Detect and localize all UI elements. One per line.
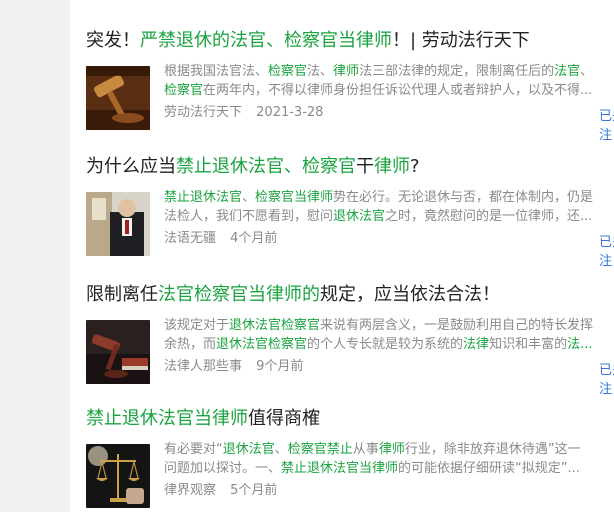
result-date: 9个月前 bbox=[256, 359, 304, 374]
text-segment: 、 bbox=[580, 64, 594, 79]
result-item[interactable]: 禁止退休法官当律师值得商榷 有必要对“退休法官、检察官禁止从事律师行业，除非放弃… bbox=[86, 408, 614, 508]
result-title[interactable]: 为什么应当禁止退休法官、检察官干律师? bbox=[86, 156, 614, 178]
search-results-panel: 突发！严禁退休的法官、检察官当律师！| 劳动法行天下 根据我国法官法、检察官法、… bbox=[70, 0, 614, 512]
follow-status[interactable]: 已关注 bbox=[599, 359, 614, 397]
keyword-highlight: 检察官 bbox=[268, 64, 308, 79]
result-source[interactable]: 法语无疆 bbox=[164, 231, 216, 246]
text-segment: 法三部法律的规定，限制离任后的 bbox=[359, 64, 555, 79]
result-item[interactable]: 限制离任法官检察官当律师的规定，应当依法合法！ 该规定对于退休法官检察官来说有两… bbox=[86, 284, 614, 397]
text-segment: 从事 bbox=[352, 442, 379, 457]
keyword-highlight: 法官 bbox=[554, 64, 581, 79]
text-segment: 法、 bbox=[307, 64, 334, 79]
text-segment: 突发！ bbox=[86, 30, 140, 51]
result-meta: 法律人那些事 9个月前 bbox=[164, 358, 313, 376]
result-item[interactable]: 突发！严禁退休的法官、检察官当律师！| 劳动法行天下 根据我国法官法、检察官法、… bbox=[86, 30, 614, 143]
keyword-highlight: 禁止退休法官当律师 bbox=[281, 461, 399, 476]
result-title[interactable]: 限制离任法官检察官当律师的规定，应当依法合法！ bbox=[86, 284, 614, 306]
result-meta: 法语无疆 4个月前 bbox=[164, 230, 287, 248]
keyword-highlight: 禁止退休法官当律师 bbox=[86, 408, 248, 429]
keyword-highlight: 禁止退休法官 bbox=[164, 190, 243, 205]
result-thumbnail-gavel-book[interactable] bbox=[86, 320, 150, 384]
keyword-highlight: 检察官 bbox=[164, 83, 204, 98]
text-segment: 的可能依据仔细研读“拟规定”... bbox=[398, 461, 580, 476]
text-segment: 根据我国法官法、 bbox=[164, 64, 269, 79]
text-segment: 为什么应当 bbox=[86, 156, 176, 177]
keyword-highlight: 退休法官检察官 bbox=[229, 318, 321, 333]
result-date: 4个月前 bbox=[230, 231, 278, 246]
category-tabs-cropped[interactable] bbox=[70, 0, 614, 6]
text-segment: 、 bbox=[274, 442, 288, 457]
text-segment: 余热，而 bbox=[164, 337, 217, 352]
text-segment: 限制离任 bbox=[86, 284, 158, 305]
result-summary: 禁止退休法官、检察官当律师势在必行。无论退休与否，都在体制内，仍是 法检人，我们… bbox=[164, 188, 614, 226]
result-title[interactable]: 突发！严禁退休的法官、检察官当律师！| 劳动法行天下 bbox=[86, 30, 614, 52]
keyword-highlight: 检察官当律师 bbox=[255, 190, 334, 205]
keyword-highlight: 退休法官 bbox=[333, 209, 386, 224]
text-segment: 行业，除非放弃退休待遇”这一 bbox=[404, 442, 581, 457]
result-thumbnail-portrait[interactable] bbox=[86, 192, 150, 256]
result-source[interactable]: 律界观察 bbox=[164, 483, 216, 498]
text-segment: 之时，竟然慰问的是一位律师，还... bbox=[385, 209, 593, 224]
result-source[interactable]: 劳动法行天下 bbox=[164, 105, 242, 120]
follow-status[interactable]: 已关注 bbox=[599, 105, 614, 143]
keyword-highlight: 律师 bbox=[333, 64, 360, 79]
text-segment: ！| 劳动法行天下 bbox=[392, 30, 530, 51]
result-item[interactable]: 为什么应当禁止退休法官、检察官干律师? 禁止退休法官、检察官当律师势在必行。无论… bbox=[86, 156, 614, 269]
text-segment: 势在必行。无论退休与否，都在体制内，仍是 bbox=[333, 190, 594, 205]
text-segment: 来说有两层含义，一是鼓励利用自己的特长发挥 bbox=[320, 318, 594, 333]
result-date: 5个月前 bbox=[230, 483, 278, 498]
text-segment: 在两年内，不得以律师身份担任诉讼代理人或者辩护人，以及不得... bbox=[203, 83, 593, 98]
text-segment: 法检人，我们不愿看到，慰问 bbox=[164, 209, 334, 224]
text-segment: 规定，应当依法合法！ bbox=[320, 284, 500, 305]
keyword-highlight: 退休法官 bbox=[222, 442, 275, 457]
keyword-highlight: 律师 bbox=[378, 442, 405, 457]
keyword-highlight: 法官检察官当律师的 bbox=[158, 284, 320, 305]
keyword-highlight: 法律 bbox=[463, 337, 490, 352]
result-thumbnail-scales[interactable] bbox=[86, 444, 150, 508]
keyword-highlight: 律师 bbox=[374, 156, 410, 177]
result-title[interactable]: 禁止退休法官当律师值得商榷 bbox=[86, 408, 614, 430]
result-thumbnail-gavel[interactable] bbox=[86, 66, 150, 130]
keyword-highlight: 禁止退休法官、检察官 bbox=[176, 156, 356, 177]
result-source[interactable]: 法律人那些事 bbox=[164, 359, 242, 374]
result-date: 2021-3-28 bbox=[256, 105, 324, 120]
text-segment: 值得商榷 bbox=[248, 408, 320, 429]
text-segment: 有必要对“ bbox=[164, 442, 223, 457]
text-segment: 的个人专长就是较为系统的 bbox=[307, 337, 464, 352]
page-background bbox=[0, 0, 70, 512]
result-meta: 律界观察 5个月前 bbox=[164, 482, 287, 500]
follow-status[interactable]: 已关注 bbox=[599, 231, 614, 269]
text-segment: 干 bbox=[356, 156, 374, 177]
keyword-highlight: 退休法官检察官 bbox=[216, 337, 308, 352]
text-segment: 、 bbox=[242, 190, 256, 205]
result-summary: 该规定对于退休法官检察官来说有两层含义，一是鼓励利用自己的特长发挥 余热，而退休… bbox=[164, 316, 614, 354]
keyword-highlight: 严禁退休的法官、检察官当律师 bbox=[140, 30, 392, 51]
text-segment: 知识和丰富的 bbox=[489, 337, 568, 352]
keyword-highlight: 检察官禁止 bbox=[287, 442, 353, 457]
result-summary: 有必要对“退休法官、检察官禁止从事律师行业，除非放弃退休待遇”这一 问题加以探讨… bbox=[164, 440, 614, 478]
keyword-highlight: 法... bbox=[567, 337, 593, 352]
text-segment: ? bbox=[410, 156, 420, 177]
text-segment: 问题加以探讨。一、 bbox=[164, 461, 282, 476]
result-meta: 劳动法行天下 2021-3-28 bbox=[164, 104, 333, 122]
text-segment: 该规定对于 bbox=[164, 318, 230, 333]
result-summary: 根据我国法官法、检察官法、律师法三部法律的规定，限制离任后的法官、 检察官在两年… bbox=[164, 62, 614, 100]
